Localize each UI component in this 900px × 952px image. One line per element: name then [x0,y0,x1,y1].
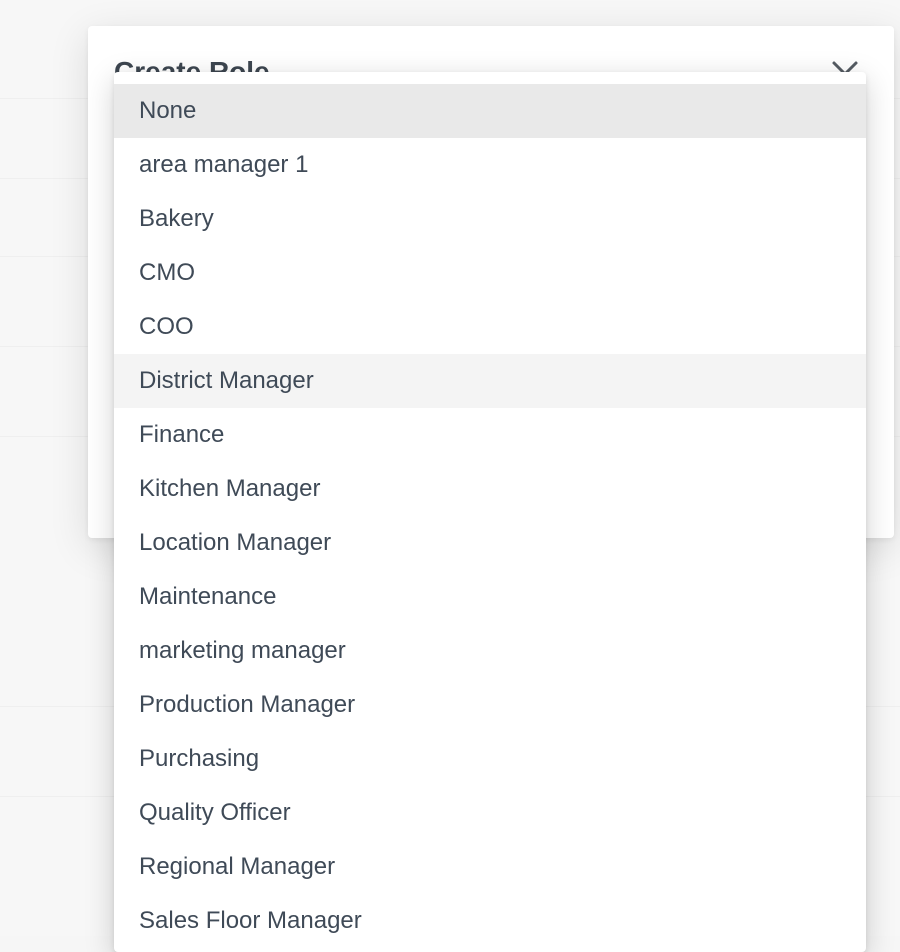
dropdown-option[interactable]: CMO [114,246,866,300]
dropdown-option[interactable]: None [114,84,866,138]
dropdown-option[interactable]: District Manager [114,354,866,408]
dropdown-option[interactable]: Production Manager [114,678,866,732]
dropdown-option[interactable]: Bakery [114,192,866,246]
dropdown-option[interactable]: Sales Floor Manager [114,894,866,948]
dropdown-options-list: None area manager 1 Bakery CMO COO District M… [114,84,866,948]
dropdown-option[interactable]: COO [114,300,866,354]
dropdown-option[interactable]: marketing manager [114,624,866,678]
dropdown-option[interactable]: Regional Manager [114,840,866,894]
dropdown-option[interactable]: Purchasing [114,732,866,786]
role-select-dropdown: None area manager 1 Bakery CMO COO District M… [114,72,866,952]
dropdown-option[interactable]: Quality Officer [114,786,866,840]
dropdown-option[interactable]: Location Manager [114,516,866,570]
dropdown-option[interactable]: Maintenance [114,570,866,624]
dropdown-option[interactable]: Kitchen Manager [114,462,866,516]
dropdown-option[interactable]: area manager 1 [114,138,866,192]
dropdown-option[interactable]: Finance [114,408,866,462]
